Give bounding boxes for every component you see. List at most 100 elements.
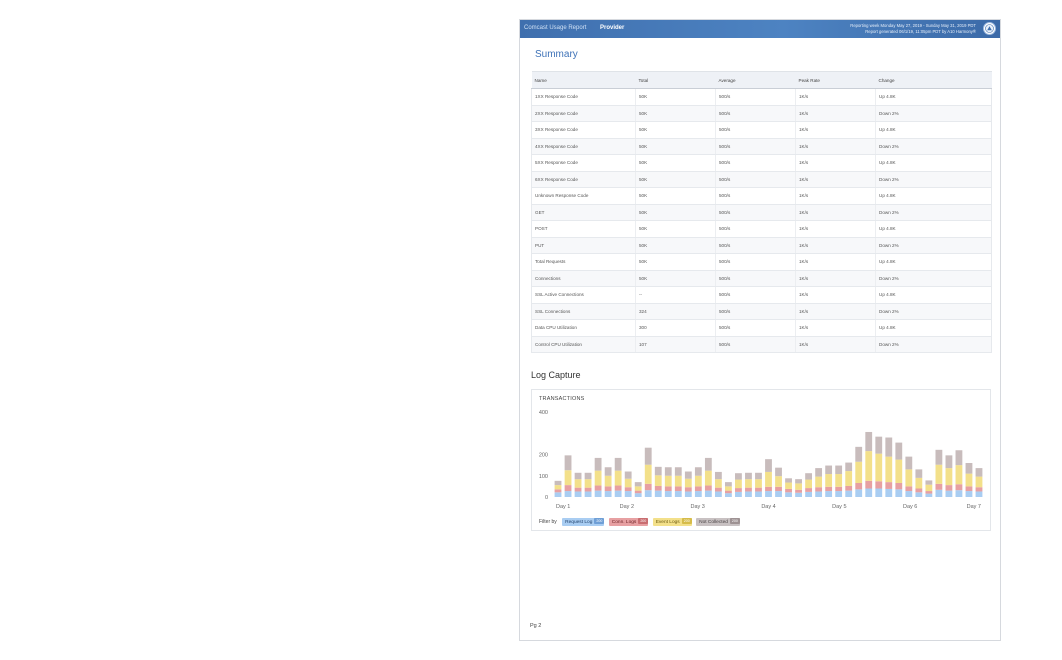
bar-segment-request bbox=[945, 490, 953, 498]
bar-segment-event bbox=[795, 483, 802, 490]
bar-segment-event bbox=[604, 475, 612, 487]
bar-segment-not_collected bbox=[725, 482, 732, 487]
filter-not-collected[interactable]: Not Collected 200 bbox=[696, 518, 740, 526]
filter-label: Filter by bbox=[539, 519, 557, 525]
bar-segment-request bbox=[795, 492, 802, 497]
bar-segment-event bbox=[664, 475, 672, 487]
summary-body: 1XX Response Code 50K 500/s 1K/s Up 4.8K 2XX … bbox=[531, 88, 992, 353]
bar-segment-request bbox=[634, 493, 642, 497]
bar-segment-not_collected bbox=[855, 446, 863, 462]
bar-segment-not_collected bbox=[634, 482, 642, 487]
table-cell: 1K/s bbox=[795, 105, 876, 122]
bar-segment-not_collected bbox=[965, 463, 973, 474]
table-cell: Down 2% bbox=[875, 303, 992, 320]
table-cell: 500/s bbox=[715, 204, 796, 221]
summary-header-row: Name Total Average Peak Rate Change bbox=[531, 71, 992, 89]
table-row: SSL Connections 324 500/s 1K/s Down 2% bbox=[531, 303, 992, 320]
bar-segment-conn bbox=[594, 485, 602, 491]
table-cell: Control CPU Utilization bbox=[531, 336, 636, 353]
bar-segment-request bbox=[664, 491, 672, 497]
bar-segment-conn bbox=[654, 485, 662, 491]
bar-segment-conn bbox=[955, 484, 963, 491]
bar-segment-not_collected bbox=[714, 471, 722, 480]
log-capture-title: Log Capture bbox=[531, 370, 581, 380]
bar-segment-event bbox=[765, 471, 772, 487]
table-cell: PUT bbox=[531, 237, 636, 254]
table-row: 6XX Response Code 50K 500/s 1K/s Down 2% bbox=[531, 171, 992, 188]
bar-segment-not_collected bbox=[574, 472, 582, 480]
column-header: Name bbox=[531, 71, 636, 89]
table-row: Unknown Response Code 50K 500/s 1K/s Up 4.8K bbox=[531, 187, 992, 205]
bar-segment-event bbox=[704, 470, 712, 486]
filter-conn-logs[interactable]: Conn. Logs 200 bbox=[608, 518, 649, 526]
filter-event-logs[interactable]: Event Logs 200 bbox=[652, 518, 692, 526]
bar-segment-not_collected bbox=[614, 457, 622, 471]
chart-label: TRANSACTIONS bbox=[539, 396, 585, 402]
table-row: 1XX Response Code 50K 500/s 1K/s Up 4.8K bbox=[531, 88, 992, 106]
table-cell: 500/s bbox=[715, 319, 796, 337]
bar-segment-conn bbox=[745, 487, 752, 492]
bar-segment-request bbox=[805, 491, 813, 497]
filter-not-collected-count: 200 bbox=[729, 518, 740, 524]
table-cell: 500/s bbox=[715, 237, 796, 254]
table-cell: 500/s bbox=[715, 154, 796, 172]
bar-segment-not_collected bbox=[664, 467, 672, 476]
bar-segment-request bbox=[765, 491, 772, 497]
table-cell: 500/s bbox=[715, 187, 796, 205]
table-cell: 107 bbox=[635, 336, 716, 353]
table-cell: 1K/s bbox=[795, 121, 876, 139]
reporting-week: Reporting week Monday May 27, 2019 - Sun… bbox=[850, 23, 976, 28]
table-cell: 50K bbox=[635, 138, 716, 155]
bar-segment-not_collected bbox=[975, 468, 983, 477]
table-cell: 50K bbox=[635, 105, 716, 122]
summary-title: Summary bbox=[535, 49, 578, 60]
a10-logo-icon bbox=[983, 22, 996, 35]
table-cell: 50K bbox=[635, 154, 716, 172]
table-cell: Up 4.8K bbox=[875, 319, 992, 337]
bar-segment-not_collected bbox=[624, 471, 632, 479]
table-row: Control CPU Utilization 107 500/s 1K/s Down … bbox=[531, 336, 992, 353]
bar-segment-conn bbox=[875, 481, 883, 489]
summary-table: Name Total Average Peak Rate Change 1XX Resp… bbox=[531, 71, 992, 353]
table-cell: 1K/s bbox=[795, 187, 876, 205]
bar-segment-request bbox=[835, 491, 843, 497]
bar-segment-request bbox=[624, 491, 632, 497]
bar-segment-not_collected bbox=[915, 469, 923, 478]
table-row: Data CPU Utilization 300 500/s 1K/s Up 4.8K bbox=[531, 319, 992, 337]
bar-segment-conn bbox=[815, 487, 823, 492]
table-cell: 1K/s bbox=[795, 88, 876, 106]
report-page: Comcast Usage Report Provider Reporting … bbox=[519, 19, 1001, 641]
bar-segment-conn bbox=[915, 488, 923, 493]
table-cell: 1K/s bbox=[795, 204, 876, 221]
bar-segment-conn bbox=[885, 482, 893, 489]
bar-segment-not_collected bbox=[594, 457, 602, 471]
bar-segment-not_collected bbox=[875, 436, 883, 454]
bar-segment-conn bbox=[725, 490, 732, 494]
table-cell: 1K/s bbox=[795, 336, 876, 353]
report-header: Comcast Usage Report Provider Reporting … bbox=[520, 20, 1000, 38]
table-cell: 1K/s bbox=[795, 171, 876, 188]
bar-segment-conn bbox=[684, 487, 692, 492]
column-header: Total bbox=[635, 71, 716, 89]
table-row: PUT 50K 500/s 1K/s Down 2% bbox=[531, 237, 992, 254]
bar-segment-event bbox=[975, 476, 983, 488]
bar-segment-conn bbox=[554, 489, 562, 493]
table-cell: 50K bbox=[635, 270, 716, 287]
y-tick-label: 400 bbox=[539, 410, 548, 416]
bar-segment-conn bbox=[674, 486, 682, 492]
table-cell: Up 4.8K bbox=[875, 88, 992, 106]
bar-segment-event bbox=[564, 470, 572, 486]
bar-segment-request bbox=[745, 491, 752, 497]
table-cell: 5XX Response Code bbox=[531, 154, 636, 172]
table-cell: Data CPU Utilization bbox=[531, 319, 636, 337]
bar-segment-event bbox=[574, 479, 582, 488]
bar-segment-not_collected bbox=[604, 467, 612, 476]
filter-request-log[interactable]: Request Log 200 bbox=[562, 518, 605, 526]
bar-segment-request bbox=[594, 490, 602, 498]
bar-segment-conn bbox=[835, 486, 843, 492]
x-tick-label: Day 6 bbox=[903, 504, 917, 510]
bar-segment-conn bbox=[905, 486, 913, 492]
bar-segment-request bbox=[714, 491, 722, 497]
filter-event-logs-count: 200 bbox=[681, 518, 692, 524]
y-tick-label: 100 bbox=[539, 474, 548, 480]
